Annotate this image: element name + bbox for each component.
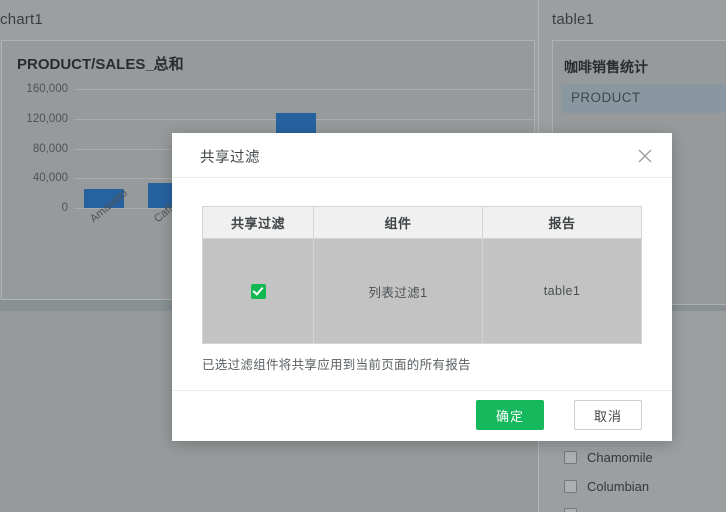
dialog-body: 共享过滤 组件 报告 列表过滤1table1 已选过滤组件将共享应用到当前页面的…: [172, 178, 672, 390]
confirm-button[interactable]: 确定: [476, 400, 544, 430]
cell-report: table1: [483, 239, 642, 344]
dialog-title: 共享过滤: [200, 146, 260, 167]
app-root: chart1 table1 PRODUCT/SALES_总和 040,00080…: [0, 0, 726, 512]
dialog-header: 共享过滤: [172, 133, 672, 178]
cell-component: 列表过滤1: [314, 239, 483, 344]
cell-shared-checkbox[interactable]: [203, 239, 314, 344]
table-header-row: 共享过滤 组件 报告: [203, 207, 642, 239]
close-icon[interactable]: [632, 143, 658, 169]
column-header-report: 报告: [483, 207, 642, 239]
table-row[interactable]: 列表过滤1table1: [203, 239, 642, 344]
cancel-button[interactable]: 取消: [574, 400, 642, 430]
dialog-footer: 确定 取消: [172, 390, 672, 441]
checkbox-checked-icon[interactable]: [251, 284, 266, 299]
shared-filter-table: 共享过滤 组件 报告 列表过滤1table1: [202, 206, 642, 344]
column-header-component: 组件: [314, 207, 483, 239]
dialog-hint-text: 已选过滤组件将共享应用到当前页面的所有报告: [202, 354, 471, 373]
column-header-shared-filter: 共享过滤: [203, 207, 314, 239]
shared-filter-dialog: 共享过滤 共享过滤 组件 报告 列表过滤1table1 已选过滤组件将共享应用到…: [172, 133, 672, 441]
